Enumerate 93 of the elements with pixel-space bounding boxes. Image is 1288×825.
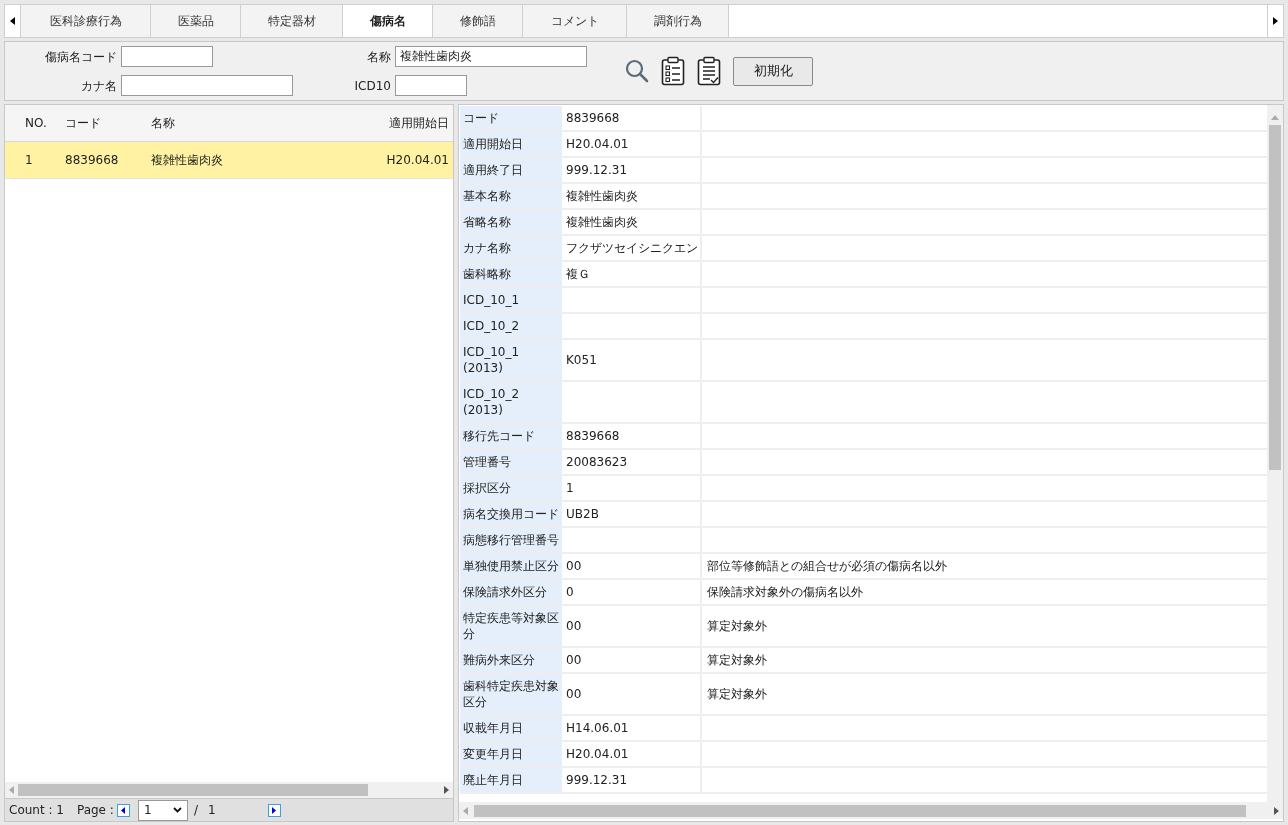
code-field[interactable] [121, 46, 213, 67]
vertical-scrollbar[interactable] [1267, 105, 1283, 802]
table-cell-text: 複雑性歯肉炎 [150, 152, 224, 169]
field-value: 00 [566, 618, 582, 635]
field-description: 算定対象外 [707, 618, 767, 635]
checklist-clipboard-icon[interactable] [661, 56, 685, 86]
previous-page-button[interactable] [116, 803, 130, 817]
field-name: 適用終了日 [460, 158, 562, 182]
right-arrow-icon [272, 806, 277, 814]
chevron-down-icon [172, 807, 182, 813]
field-description: 算定対象外 [707, 652, 767, 669]
count-text: Count : 1 [9, 802, 64, 819]
horizontal-scrollbar[interactable] [459, 802, 1283, 819]
field-value: H14.06.01 [566, 720, 629, 737]
field-name: 歯科特定疾患対象区分 [460, 674, 562, 714]
left-arrow-icon [121, 806, 126, 814]
field-name: カナ名称 [460, 236, 562, 260]
field-label: ICD10 [353, 77, 391, 95]
field-value: 999.12.31 [566, 772, 628, 789]
field-name: 変更年月日 [460, 742, 562, 766]
field-name: ICD_10_2 (2013) [460, 382, 562, 422]
field-name: ICD_10_1 [460, 288, 562, 312]
field-name: ICD_10_1 (2013) [460, 340, 562, 380]
search-icon[interactable] [625, 59, 649, 83]
field-value: 1 [566, 480, 574, 497]
page-separator: / [193, 802, 198, 819]
field-label: カナ名 [80, 77, 117, 95]
field-name: 適用開始日 [460, 132, 562, 156]
field-value: 999.12.31 [566, 162, 628, 179]
check-clipboard-icon[interactable] [697, 56, 721, 86]
field-label: 名称 [366, 48, 391, 66]
field-value: 0 [566, 584, 574, 601]
field-label: 傷病名コード [44, 48, 117, 66]
tab[interactable]: 医科診療行為 [21, 5, 151, 37]
column-header[interactable]: 適用開始日 [373, 114, 453, 132]
column-header[interactable]: コード [55, 114, 141, 132]
field-name: 単独使用禁止区分 [460, 554, 562, 578]
field-name: 保険請求外区分 [460, 580, 562, 604]
field-name: 難病外来区分 [460, 648, 562, 672]
column-header[interactable]: 名称 [141, 114, 373, 132]
page-label: Page : [76, 802, 114, 819]
field-value: UB2B [566, 506, 599, 523]
reset-button[interactable]: 初期化 [733, 56, 813, 86]
field-name: 採択区分 [460, 476, 562, 500]
scroll-right-icon[interactable] [1274, 806, 1279, 815]
table-cell-text: H20.04.01 [385, 152, 450, 169]
field-name: 収載年月日 [460, 716, 562, 740]
icd10-field[interactable] [395, 75, 467, 96]
field-name: ICD_10_2 [460, 314, 562, 338]
field-value: H20.04.01 [566, 746, 629, 763]
tab[interactable]: コメント [523, 5, 627, 37]
list-row[interactable]: 1 8839668 複雑性歯肉炎 H20.04.01 [5, 142, 453, 179]
field-name: 基本名称 [460, 184, 562, 208]
field-description: 保険請求対象外の傷病名以外 [707, 584, 863, 601]
table-cell-text: 1 [24, 152, 34, 169]
field-name: コード [460, 106, 562, 130]
field-name: 歯科略称 [460, 262, 562, 286]
left-arrow-icon [10, 17, 15, 25]
field-description: 部位等修飾語との組合せが必須の傷病名以外 [707, 558, 947, 575]
tab[interactable]: 調剤行為 [627, 5, 729, 37]
field-value: 00 [566, 558, 582, 575]
horizontal-scrollbar[interactable] [5, 782, 453, 798]
field-name: 特定疾患等対象区分 [460, 606, 562, 646]
field-name: 廃止年月日 [460, 768, 562, 792]
right-arrow-icon [1273, 17, 1278, 25]
field-name: 移行先コード [460, 424, 562, 448]
field-name: 病名交換用コード [460, 502, 562, 526]
name-field[interactable]: 複雑性歯肉炎 [395, 46, 587, 67]
field-value: 複Ｇ [566, 266, 590, 283]
page-select[interactable]: 1 [137, 799, 188, 821]
field-value: 複雑性歯肉炎 [566, 188, 638, 205]
page-total: 1 [207, 802, 216, 819]
field-value: 8839668 [566, 428, 620, 445]
field-value: H20.04.01 [566, 136, 629, 153]
field-value: 複雑性歯肉炎 [566, 214, 638, 231]
next-page-button[interactable] [267, 803, 281, 817]
field-value: 20083623 [566, 454, 628, 471]
field-name: 病態移行管理番号 [460, 528, 562, 552]
field-value: 8839668 [566, 110, 620, 127]
tab[interactable]: 特定器材 [241, 5, 343, 37]
table-cell-text: 8839668 [64, 152, 120, 169]
scroll-right-icon[interactable] [444, 786, 449, 794]
field-value: 00 [566, 652, 582, 669]
column-header[interactable]: NO. [5, 114, 55, 132]
field-name: 省略名称 [460, 210, 562, 234]
tab[interactable]: 医薬品 [151, 5, 241, 37]
tab[interactable]: 修飾語 [433, 5, 523, 37]
kana-field[interactable] [121, 75, 293, 96]
field-value: K051 [566, 352, 597, 369]
field-name: 管理番号 [460, 450, 562, 474]
field-value: フクザツセイシニクエン [566, 240, 698, 257]
field-value: 00 [566, 686, 582, 703]
field-description: 算定対象外 [707, 686, 767, 703]
